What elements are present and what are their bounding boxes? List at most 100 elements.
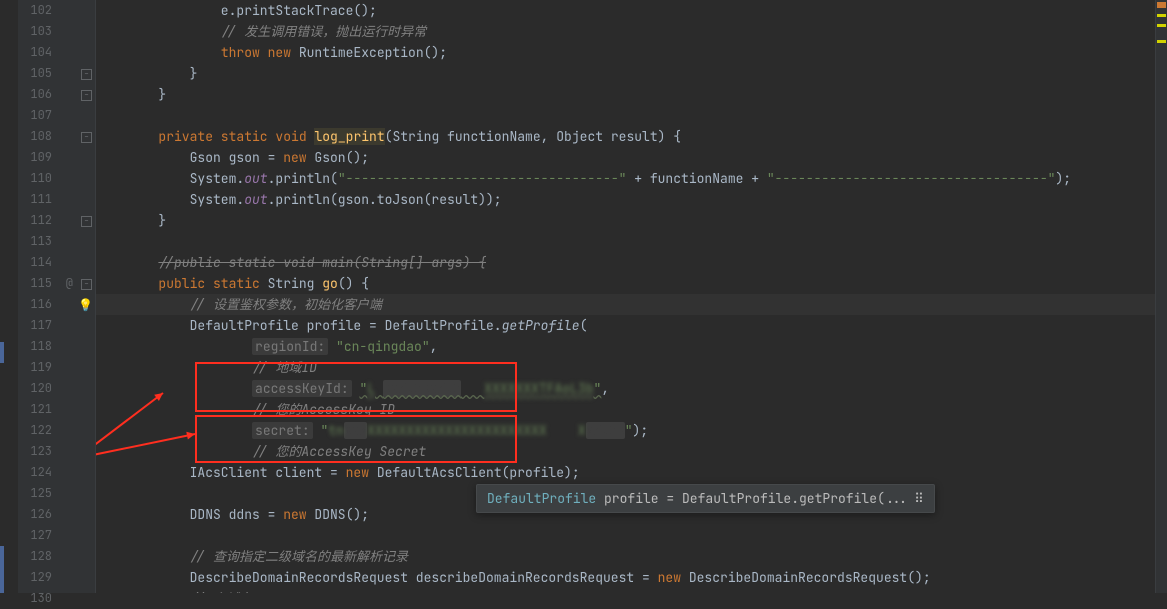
gutter-extra-cell[interactable] <box>63 525 95 546</box>
line-number[interactable]: 108 <box>18 126 52 147</box>
code-line[interactable]: // 您的AccessKey ID <box>96 399 1155 420</box>
error-stripe-marker[interactable] <box>1157 2 1166 8</box>
gutter-extra-cell[interactable] <box>63 441 95 462</box>
fold-open-icon[interactable] <box>81 273 92 294</box>
line-number[interactable]: 123 <box>18 441 52 462</box>
code-line[interactable]: // 查询指定二级域名的最新解析记录 <box>96 546 1155 567</box>
code-line[interactable]: //public static void main(String[] args)… <box>96 252 1155 273</box>
gutter-extra-cell[interactable] <box>63 588 95 609</box>
code-line[interactable]: System.out.println(gson.toJson(result)); <box>96 189 1155 210</box>
code-line[interactable]: accessKeyId: "L XXXXXXXXXX XXXXXXXTFAoL3… <box>96 378 1155 399</box>
line-number[interactable]: 114 <box>18 252 52 273</box>
gutter-extra-cell[interactable] <box>63 21 95 42</box>
gutter-extra-cell[interactable] <box>63 357 95 378</box>
gutter-extra-cell[interactable] <box>63 399 95 420</box>
gutter-extra-cell[interactable] <box>63 252 95 273</box>
code-line[interactable]: DescribeDomainRecordsRequest describeDom… <box>96 567 1155 588</box>
intention-bulb-icon[interactable]: 💡 <box>78 295 93 316</box>
breadcrumb-popup[interactable]: DefaultProfile profile = DefaultProfile.… <box>476 484 935 513</box>
code-line[interactable] <box>96 105 1155 126</box>
line-number[interactable]: 126 <box>18 504 52 525</box>
gutter-extra-cell[interactable] <box>63 189 95 210</box>
line-number[interactable]: 120 <box>18 378 52 399</box>
gutter-extra-cell[interactable] <box>63 378 95 399</box>
gutter-extra-cell[interactable] <box>63 0 95 21</box>
line-number[interactable]: 102 <box>18 0 52 21</box>
line-number[interactable]: 111 <box>18 189 52 210</box>
code-line[interactable]: secret: "tnXXXXXXXXXXXXXXXXXXXXXXXXXX XX… <box>96 420 1155 441</box>
line-number[interactable]: 104 <box>18 42 52 63</box>
line-number[interactable]: 129 <box>18 567 52 588</box>
gutter-extra-cell[interactable] <box>63 462 95 483</box>
gutter-extra-cell[interactable] <box>63 483 95 504</box>
error-stripe-marker[interactable] <box>1157 14 1166 17</box>
line-number[interactable]: 118 <box>18 336 52 357</box>
line-number[interactable]: 106 <box>18 84 52 105</box>
line-number[interactable]: 117 <box>18 315 52 336</box>
gutter-extra-cell[interactable] <box>63 105 95 126</box>
grip-icon[interactable]: ⠿ <box>914 490 924 507</box>
line-number-gutter[interactable]: 1021031041051061071081091101111121131141… <box>18 0 63 593</box>
line-number[interactable]: 109 <box>18 147 52 168</box>
line-number[interactable]: 130 <box>18 588 52 609</box>
gutter-extra-cell[interactable] <box>63 147 95 168</box>
line-number[interactable]: 124 <box>18 462 52 483</box>
fold-open-icon[interactable] <box>81 126 92 147</box>
line-number[interactable]: 107 <box>18 105 52 126</box>
fold-close-icon[interactable] <box>81 63 92 84</box>
error-stripe-marker[interactable] <box>1157 24 1166 27</box>
line-number[interactable]: 122 <box>18 420 52 441</box>
code-line[interactable]: // 您的AccessKey Secret <box>96 441 1155 462</box>
gutter-extra-cell[interactable] <box>63 63 95 84</box>
gutter-extra-cell[interactable] <box>63 504 95 525</box>
gutter-extra-cell[interactable]: 💡 <box>63 294 95 315</box>
code-line[interactable]: throw new RuntimeException(); <box>96 42 1155 63</box>
gutter-extra-cell[interactable] <box>63 420 95 441</box>
line-number[interactable]: 113 <box>18 231 52 252</box>
code-line[interactable]: private static void log_print(String fun… <box>96 126 1155 147</box>
code-line[interactable]: // 设置鉴权参数，初始化客户端 <box>96 294 1155 315</box>
fold-close-icon[interactable] <box>81 84 92 105</box>
line-number[interactable]: 110 <box>18 168 52 189</box>
gutter-extra-cell[interactable] <box>63 84 95 105</box>
code-body[interactable]: e.printStackTrace(); // 发生调用错误，抛出运行时异常 t… <box>96 0 1155 593</box>
code-line[interactable]: // 主域名 <box>96 588 1155 593</box>
gutter-extra-cell[interactable] <box>63 231 95 252</box>
line-number[interactable]: 121 <box>18 399 52 420</box>
gutter-extra-cell[interactable] <box>63 315 95 336</box>
code-line[interactable]: IAcsClient client = new DefaultAcsClient… <box>96 462 1155 483</box>
code-line[interactable]: regionId: "cn-qingdao", <box>96 336 1155 357</box>
gutter-extra-cell[interactable] <box>63 567 95 588</box>
line-number[interactable]: 112 <box>18 210 52 231</box>
gutter-extra-cell[interactable] <box>63 168 95 189</box>
code-line[interactable] <box>96 525 1155 546</box>
line-number[interactable]: 125 <box>18 483 52 504</box>
gutter-extra-cell[interactable] <box>63 546 95 567</box>
code-line[interactable]: public static String go() { <box>96 273 1155 294</box>
line-number[interactable]: 103 <box>18 21 52 42</box>
line-number[interactable]: 116 <box>18 294 52 315</box>
line-number[interactable]: 127 <box>18 525 52 546</box>
gutter-icons[interactable]: @💡 <box>63 0 96 593</box>
code-line[interactable]: } <box>96 84 1155 105</box>
editor-root[interactable]: 1021031041051061071081091101111121131141… <box>0 0 1167 593</box>
line-number[interactable]: 128 <box>18 546 52 567</box>
code-line[interactable]: // 地域ID <box>96 357 1155 378</box>
code-line[interactable]: e.printStackTrace(); <box>96 0 1155 21</box>
line-number[interactable]: 115 <box>18 273 52 294</box>
error-stripe-marker[interactable] <box>1157 40 1166 43</box>
right-error-stripe[interactable] <box>1155 0 1167 593</box>
gutter-extra-cell[interactable] <box>63 336 95 357</box>
gutter-extra-cell[interactable] <box>63 210 95 231</box>
code-line[interactable]: System.out.println("--------------------… <box>96 168 1155 189</box>
code-line[interactable]: Gson gson = new Gson(); <box>96 147 1155 168</box>
code-line[interactable]: // 发生调用错误，抛出运行时异常 <box>96 21 1155 42</box>
vcs-change-marker[interactable]: @ <box>66 273 73 294</box>
code-line[interactable] <box>96 231 1155 252</box>
code-line[interactable]: DefaultProfile profile = DefaultProfile.… <box>96 315 1155 336</box>
gutter-extra-cell[interactable]: @ <box>63 273 95 294</box>
code-line[interactable]: } <box>96 210 1155 231</box>
line-number[interactable]: 119 <box>18 357 52 378</box>
code-line[interactable]: } <box>96 63 1155 84</box>
line-number[interactable]: 105 <box>18 63 52 84</box>
